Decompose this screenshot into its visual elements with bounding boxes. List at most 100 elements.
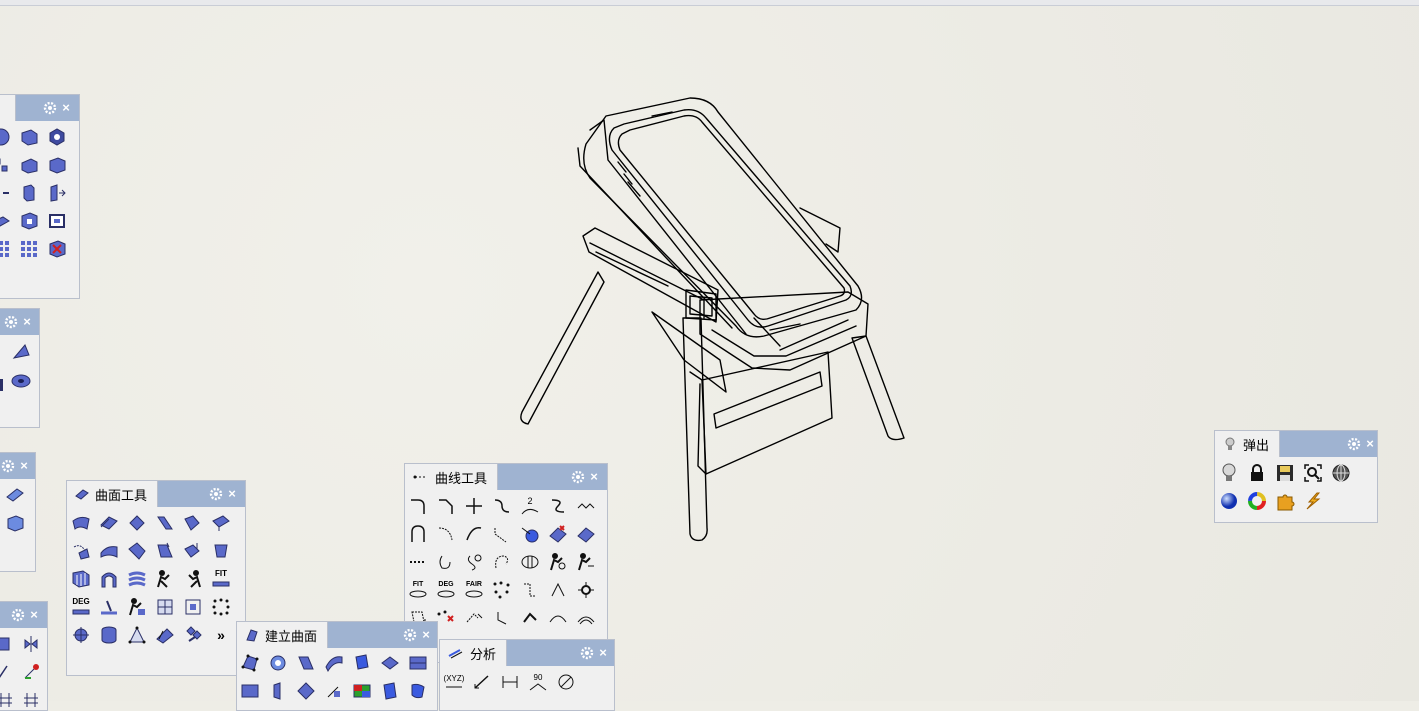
person-adjust-icon[interactable] xyxy=(125,595,149,619)
arch-icon[interactable] xyxy=(97,567,121,591)
points-curve-icon[interactable] xyxy=(490,578,514,602)
gear-icon[interactable] xyxy=(580,646,594,660)
cylinder-icon[interactable] xyxy=(97,623,121,647)
grid-array-icon[interactable] xyxy=(17,237,41,261)
curve-angle-icon[interactable] xyxy=(546,578,570,602)
gear-icon[interactable] xyxy=(1347,437,1361,451)
patch-surface-icon[interactable] xyxy=(153,623,177,647)
satellite-icon[interactable] xyxy=(181,623,205,647)
fair-curve-icon[interactable]: FAIR xyxy=(462,578,486,602)
lock-icon[interactable] xyxy=(1245,461,1269,485)
offset-surface-icon[interactable] xyxy=(97,511,121,535)
rebuild-curve-icon[interactable] xyxy=(462,522,486,546)
box-surface-icon[interactable] xyxy=(378,679,402,703)
blend-surface-icon[interactable] xyxy=(153,511,177,535)
arc-curve-icon[interactable] xyxy=(406,522,430,546)
fit-surface-icon[interactable]: FIT xyxy=(209,567,233,591)
cone-icon[interactable] xyxy=(11,343,31,366)
tab-popup[interactable]: 弹出 xyxy=(1215,431,1281,457)
split-surface-icon[interactable] xyxy=(209,539,233,563)
delete-face-icon[interactable] xyxy=(45,237,69,261)
blue-sphere-curve-icon[interactable] xyxy=(518,522,542,546)
close-icon[interactable]: × xyxy=(421,628,431,642)
gear-icon[interactable] xyxy=(43,101,57,115)
ring-curve-icon[interactable] xyxy=(462,550,486,574)
loft-icon[interactable] xyxy=(322,651,346,675)
connect-surface-icon[interactable] xyxy=(69,539,93,563)
curve-start-icon[interactable] xyxy=(490,522,514,546)
control-polygon-icon[interactable] xyxy=(518,578,542,602)
person-curve-icon[interactable] xyxy=(546,550,570,574)
gear-icon[interactable] xyxy=(11,608,25,622)
orient-icon[interactable] xyxy=(69,623,93,647)
degree-surface-icon[interactable]: DEG xyxy=(69,595,93,619)
line-icon[interactable] xyxy=(0,660,17,684)
curve-arrow-icon[interactable] xyxy=(19,660,43,684)
symmetry-icon[interactable] xyxy=(19,632,43,656)
extend-curve-icon[interactable] xyxy=(434,522,458,546)
tab-analysis[interactable]: 分析 xyxy=(440,640,508,666)
surface-from-points-icon[interactable] xyxy=(238,651,262,675)
flow-surface-icon[interactable] xyxy=(125,567,149,591)
close-icon[interactable]: × xyxy=(29,608,39,622)
wave-lines-icon[interactable] xyxy=(574,606,598,630)
lightbulb-icon[interactable] xyxy=(1217,461,1241,485)
close-icon[interactable]: × xyxy=(61,101,71,115)
mesh-plane-icon[interactable] xyxy=(5,485,25,508)
parallel-curve-icon[interactable] xyxy=(518,550,542,574)
image-surface-icon[interactable] xyxy=(350,679,374,703)
shrink-surface-icon[interactable] xyxy=(181,539,205,563)
merge-surface-icon[interactable] xyxy=(97,539,121,563)
tab-surface-tools[interactable]: 曲面工具 xyxy=(67,481,159,507)
person-curve-2-icon[interactable] xyxy=(574,550,598,574)
smooth-icon[interactable] xyxy=(518,606,542,630)
project-curve-icon[interactable] xyxy=(546,522,570,546)
close-icon[interactable]: × xyxy=(589,470,599,484)
plugin-puzzle-icon[interactable] xyxy=(1273,489,1297,513)
blend-icon[interactable] xyxy=(0,632,17,656)
edge-surface-icon[interactable] xyxy=(294,651,318,675)
extrude-surface-icon[interactable] xyxy=(350,651,374,675)
drape-icon[interactable] xyxy=(406,679,430,703)
split-icon[interactable] xyxy=(0,181,13,205)
cylinder-solid-icon[interactable] xyxy=(45,125,69,149)
fillet-surface-icon[interactable] xyxy=(69,511,93,535)
person-edit-icon-2[interactable] xyxy=(181,567,205,591)
zoom-extents-icon[interactable] xyxy=(1301,461,1325,485)
rebuild-surface-icon[interactable] xyxy=(69,567,93,591)
move-face-icon[interactable] xyxy=(45,181,69,205)
hole-icon[interactable] xyxy=(17,209,41,233)
close-icon[interactable]: × xyxy=(227,487,237,501)
evaluate-point-icon[interactable]: (XYZ) xyxy=(442,670,466,694)
gear-icon[interactable] xyxy=(209,487,223,501)
triangle-surface-icon[interactable] xyxy=(125,623,149,647)
ruled-surface-icon[interactable] xyxy=(294,679,318,703)
network-surface-icon[interactable] xyxy=(406,651,430,675)
uv-curve-icon[interactable] xyxy=(153,595,177,619)
rail-revolve-icon[interactable] xyxy=(238,679,262,703)
save-icon[interactable] xyxy=(1273,461,1297,485)
revolve-icon[interactable] xyxy=(266,679,290,703)
cap-icon[interactable] xyxy=(0,209,13,233)
person-edit-icon[interactable] xyxy=(153,567,177,591)
points-grid-icon[interactable] xyxy=(209,595,233,619)
box-cut-icon[interactable] xyxy=(17,125,41,149)
closed-curve-icon[interactable] xyxy=(434,550,458,574)
gear-icon[interactable] xyxy=(1,459,15,473)
offset-curve-icon[interactable]: 2 xyxy=(518,494,542,518)
arc-tool-icon[interactable] xyxy=(546,606,570,630)
control-points-icon[interactable] xyxy=(181,595,205,619)
small-shape-icon[interactable] xyxy=(0,375,5,398)
chamfer-surface-icon[interactable] xyxy=(125,511,149,535)
dash-curve-icon[interactable] xyxy=(406,550,430,574)
extend-surface-icon[interactable] xyxy=(209,511,233,535)
adjust-seam-icon[interactable] xyxy=(97,595,121,619)
more-tools-button[interactable]: » xyxy=(209,623,233,647)
rail-icon[interactable] xyxy=(0,688,17,710)
offset-curve-2-icon[interactable] xyxy=(546,494,570,518)
distance-icon[interactable] xyxy=(498,670,522,694)
gear-icon[interactable] xyxy=(403,628,417,642)
heightfield-icon[interactable] xyxy=(322,679,346,703)
explode-icon[interactable] xyxy=(0,153,13,177)
sweep-icon[interactable] xyxy=(378,651,402,675)
